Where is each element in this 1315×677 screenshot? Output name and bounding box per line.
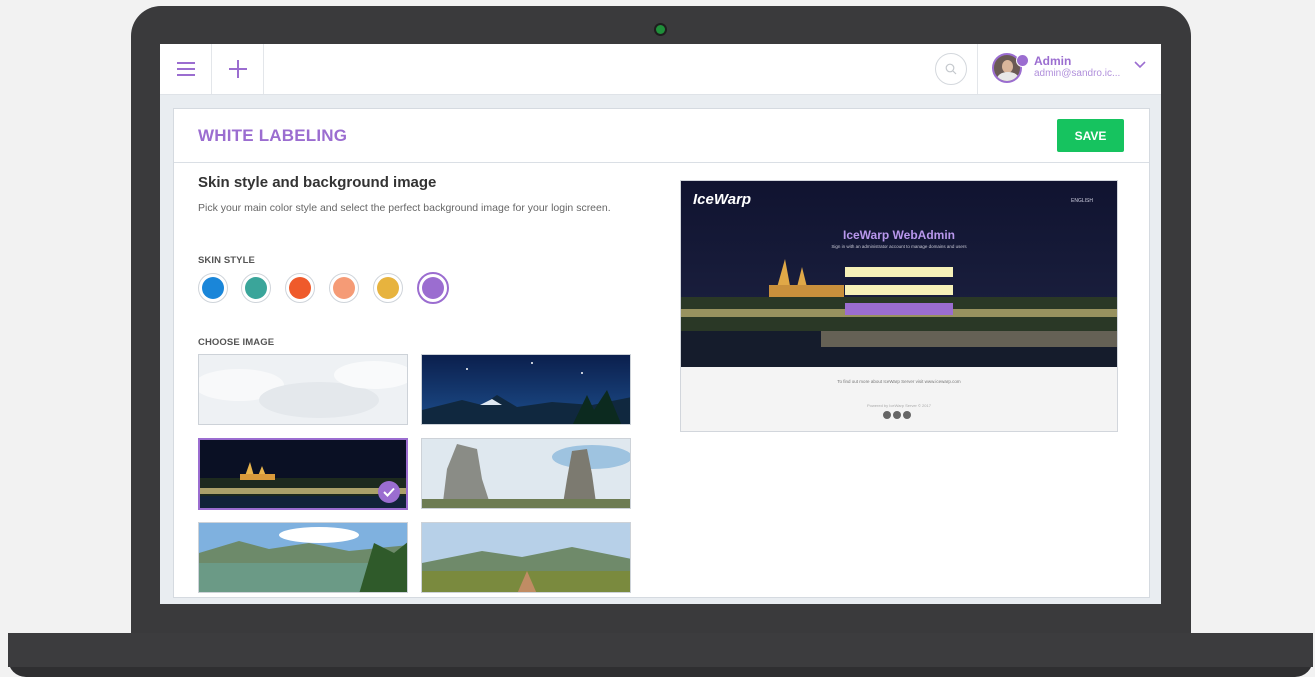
image-option-prague-castle[interactable] xyxy=(198,438,408,510)
preview-logo: IceWarp xyxy=(693,191,752,208)
user-name: Admin xyxy=(1034,54,1072,68)
image-option-alpine-lake[interactable] xyxy=(198,522,408,593)
search-button[interactable] xyxy=(935,53,967,85)
plus-icon xyxy=(228,60,247,78)
image-option-night-mountains[interactable] xyxy=(421,354,631,425)
preview-title: IceWarp WebAdmin xyxy=(842,228,955,242)
section-description: Pick your main color style and select th… xyxy=(198,202,611,214)
preview-sign-in-button xyxy=(845,303,953,315)
camera-icon xyxy=(656,25,665,34)
skin-swatch-yellow[interactable] xyxy=(373,273,403,303)
preview-password-field xyxy=(845,285,953,295)
alpine-lake-image xyxy=(199,523,407,592)
search-icon xyxy=(945,63,957,75)
login-preview: IceWarp ENGLISH IceWarp WebAdmin Sign in… xyxy=(680,180,1118,432)
panel-header: WHITE LABELING SAVE xyxy=(174,109,1149,163)
skin-swatch-blue[interactable] xyxy=(198,273,228,303)
preview-social-icons xyxy=(883,411,911,419)
skin-style-label: SKIN STYLE xyxy=(198,255,255,266)
twitter-icon xyxy=(893,411,901,419)
preview-footer-text: To find out more about IceWarp Server vi… xyxy=(837,379,961,384)
night-mountains-image xyxy=(422,355,630,424)
clouds-image xyxy=(199,355,407,424)
add-button[interactable] xyxy=(212,44,264,94)
screen: Admin admin@sandro.ic... WHITE LABELING … xyxy=(160,44,1161,604)
white-labeling-panel: WHITE LABELING SAVE Skin style and backg… xyxy=(173,108,1150,598)
skin-swatch-purple[interactable] xyxy=(417,272,449,304)
page-title: WHITE LABELING xyxy=(198,126,348,145)
choose-image-label: CHOOSE IMAGE xyxy=(198,337,275,348)
image-option-vineyard[interactable] xyxy=(421,522,631,593)
user-menu[interactable]: Admin admin@sandro.ic... xyxy=(977,44,1161,94)
hamburger-icon xyxy=(176,62,195,76)
preview-username-field xyxy=(845,267,953,277)
rock-towers-image xyxy=(422,439,630,508)
linkedin-icon xyxy=(903,411,911,419)
preview-background: IceWarp ENGLISH IceWarp WebAdmin Sign in… xyxy=(681,181,1117,367)
user-email: admin@sandro.ic... xyxy=(1034,68,1121,79)
preview-subtitle: Sign in with an administrator account to… xyxy=(831,244,967,249)
vineyard-image xyxy=(422,523,630,592)
skin-swatch-teal[interactable] xyxy=(241,273,271,303)
image-option-clouds[interactable] xyxy=(198,354,408,425)
chevron-down-icon[interactable] xyxy=(1134,61,1146,69)
save-button[interactable]: SAVE xyxy=(1057,119,1124,152)
menu-button[interactable] xyxy=(160,44,212,94)
prague-castle-image xyxy=(200,440,406,508)
globe-icon xyxy=(1016,54,1029,67)
skin-swatch-salmon[interactable] xyxy=(329,273,359,303)
selected-check-icon xyxy=(378,481,400,503)
skin-swatch-orange[interactable] xyxy=(285,273,315,303)
laptop-base-top xyxy=(8,633,1313,667)
image-option-rock-towers[interactable] xyxy=(421,438,631,509)
top-bar: Admin admin@sandro.ic... xyxy=(160,44,1161,95)
preview-powered-by: Powered by IceWarp Server © 2017 xyxy=(867,403,931,408)
section-title: Skin style and background image xyxy=(198,174,437,191)
facebook-icon xyxy=(883,411,891,419)
preview-language: ENGLISH xyxy=(1071,198,1093,204)
